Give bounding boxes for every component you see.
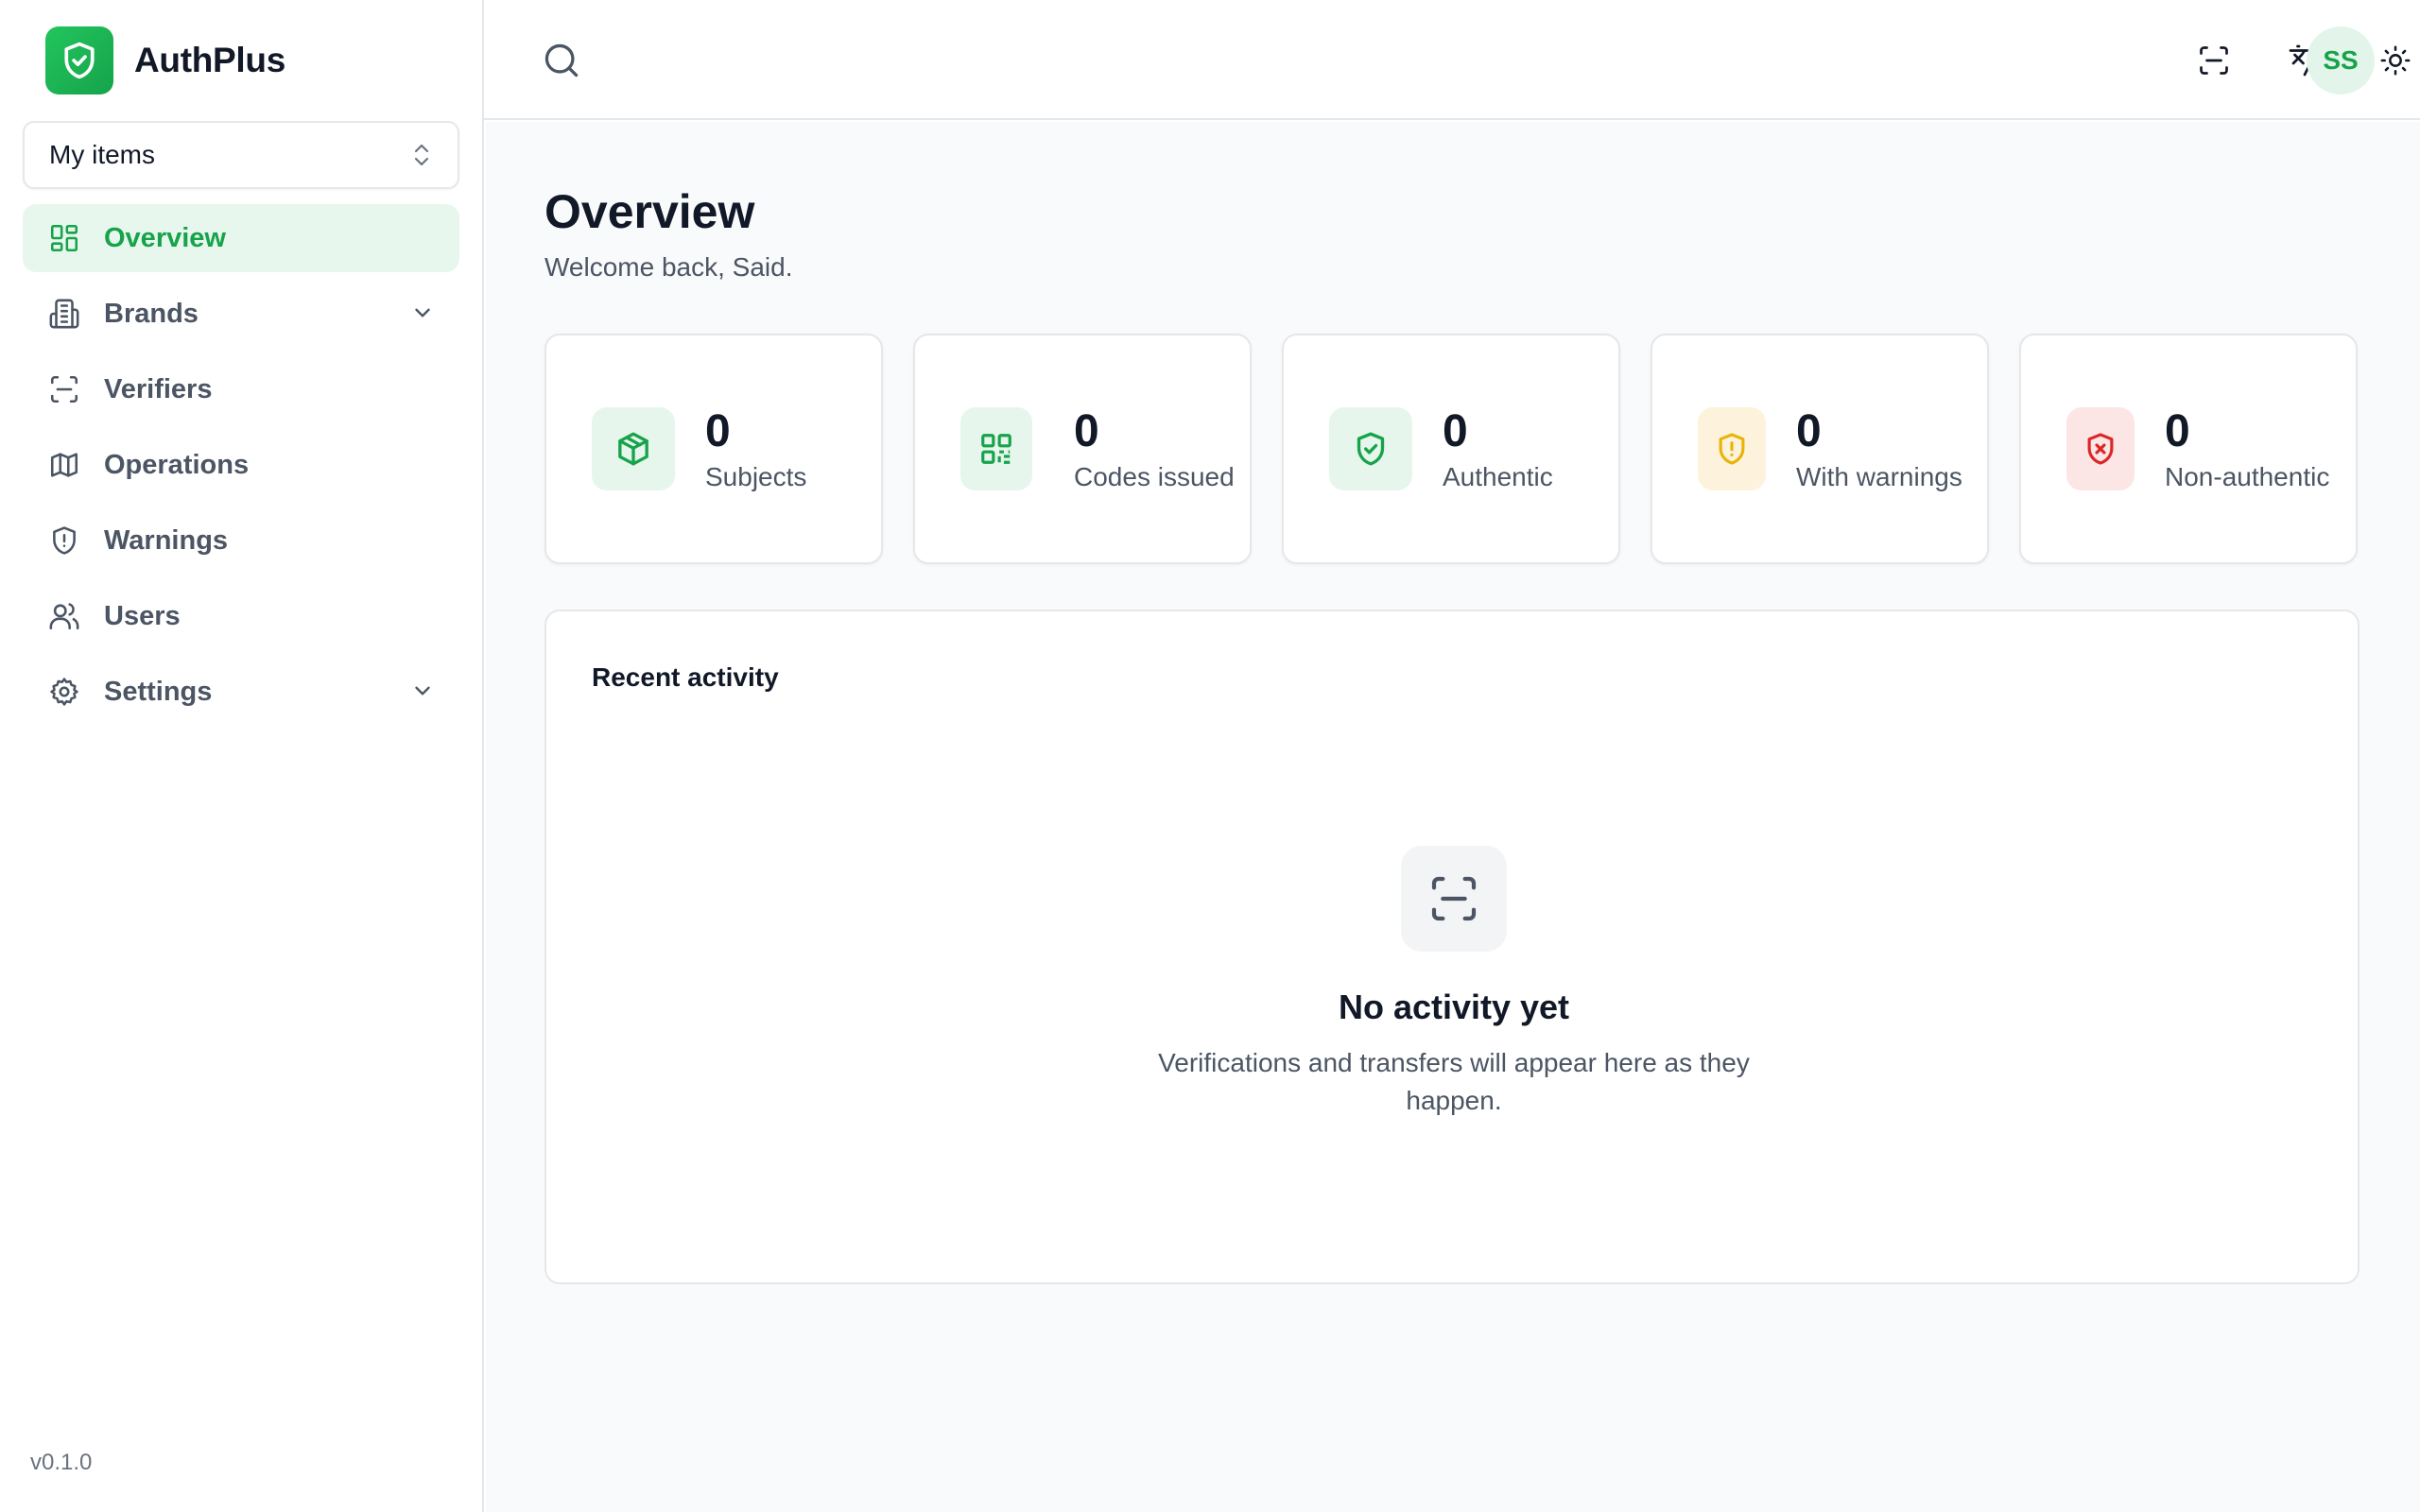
scan-icon	[1401, 846, 1507, 952]
package-icon	[592, 407, 675, 490]
sidebar-item-label: Settings	[104, 676, 213, 707]
sidebar-item-brands[interactable]: Brands	[23, 280, 459, 348]
chevron-down-icon	[410, 679, 435, 703]
workspace-label: My items	[49, 140, 155, 169]
shield-alert-icon	[47, 524, 81, 558]
chevron-down-icon	[410, 301, 435, 325]
sidebar-item-users[interactable]: Users	[23, 582, 459, 650]
empty-state-title: No activity yet	[1338, 988, 1570, 1026]
scan-icon	[47, 372, 81, 406]
workspace-selector[interactable]: My items	[23, 121, 459, 189]
map-icon	[47, 448, 81, 482]
stat-value: 0	[2165, 406, 2190, 456]
stat-label: Authentic	[1443, 462, 1553, 491]
shield-check-icon	[1329, 407, 1412, 490]
gear-icon	[47, 675, 81, 709]
sidebar-item-label: Operations	[104, 449, 250, 480]
stat-label: Subjects	[705, 462, 807, 491]
sidebar-item-overview[interactable]: Overview	[23, 204, 459, 272]
theme-toggle-button[interactable]	[2371, 36, 2420, 85]
stat-card-subjects[interactable]: 0 Subjects	[544, 334, 883, 564]
stat-card-non-authentic[interactable]: 0 Non-authentic	[2019, 334, 2358, 564]
stat-value: 0	[705, 406, 731, 456]
main-content: Overview Welcome back, Said. 0 Subjects …	[486, 122, 2420, 1512]
scan-icon	[2197, 43, 2231, 77]
sun-icon	[2379, 44, 2411, 77]
stat-label: With warnings	[1796, 462, 1962, 491]
sidebar-item-label: Brands	[104, 298, 199, 329]
topbar: SS	[484, 0, 2420, 120]
sidebar-item-label: Warnings	[104, 524, 229, 556]
recent-activity-title: Recent activity	[592, 662, 779, 692]
sidebar-item-label: Users	[104, 600, 181, 631]
shield-alert-icon	[1698, 407, 1766, 490]
stat-value: 0	[1796, 406, 1822, 456]
page-title: Overview	[544, 185, 755, 238]
sidebar-item-warnings[interactable]: Warnings	[23, 507, 459, 575]
qr-code-icon	[960, 407, 1032, 490]
sidebar-item-operations[interactable]: Operations	[23, 431, 459, 499]
users-icon	[47, 599, 81, 633]
stat-label: Codes issued	[1074, 462, 1235, 491]
sidebar-item-label: Overview	[104, 222, 226, 253]
stat-card-codes-issued[interactable]: 0 Codes issued	[913, 334, 1252, 564]
app-version: v0.1.0	[30, 1450, 93, 1475]
sidebar-nav: Overview Brands Verifiers Operations War…	[23, 204, 459, 733]
authplus-logo-icon	[45, 26, 113, 94]
sidebar-item-verifiers[interactable]: Verifiers	[23, 355, 459, 423]
stat-card-with-warnings[interactable]: 0 With warnings	[1651, 334, 1989, 564]
sidebar: AuthPlus My items Overview Brands Verifi…	[0, 0, 484, 1512]
shield-x-icon	[2066, 407, 2135, 490]
app-name: AuthPlus	[134, 41, 285, 79]
empty-state-description: Verifications and transfers will appear …	[1158, 1048, 1750, 1115]
scan-button[interactable]	[2189, 36, 2238, 85]
sidebar-item-label: Verifiers	[104, 373, 213, 404]
sidebar-item-settings[interactable]: Settings	[23, 658, 459, 726]
chevrons-up-down-icon	[410, 142, 433, 168]
stat-label: Non-authentic	[2165, 462, 2330, 491]
recent-activity-panel: Recent activity No activity yet Verifica…	[544, 610, 2360, 1284]
stat-value: 0	[1074, 406, 1099, 456]
user-avatar[interactable]: SS	[2307, 26, 2375, 94]
brand[interactable]: AuthPlus	[45, 26, 285, 94]
search-icon[interactable]	[541, 40, 582, 81]
stat-card-authentic[interactable]: 0 Authentic	[1282, 334, 1620, 564]
page-subtitle: Welcome back, Said.	[544, 252, 793, 282]
layout-grid-icon	[47, 221, 81, 255]
building-icon	[47, 297, 81, 331]
stat-value: 0	[1443, 406, 1468, 456]
